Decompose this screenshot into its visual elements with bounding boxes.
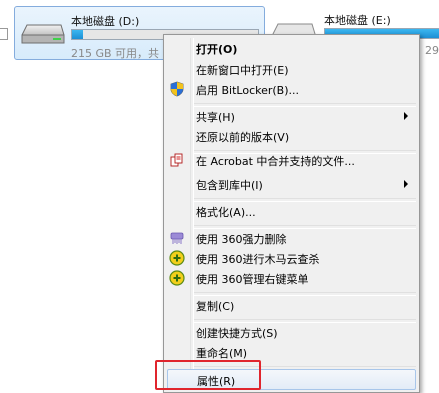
menu-item-label: 打开(O) — [196, 43, 238, 56]
menu-item-label: 在新窗口中打开(E) — [196, 64, 289, 77]
menu-item-label: 使用 360进行木马云查杀 — [196, 253, 320, 266]
menu-item-label: 复制(C) — [196, 300, 235, 313]
menu-item-label: 使用 360管理右键菜单 — [196, 273, 309, 286]
360-icon — [169, 250, 185, 266]
partial-item-edge — [0, 28, 8, 40]
menu-item-label: 使用 360强力删除 — [196, 233, 287, 246]
menu-item-restore-versions[interactable]: 还原以前的版本(V) — [167, 126, 416, 147]
drive-usage-fill — [72, 30, 84, 39]
drive-name: 本地磁盘 (E:) — [324, 14, 391, 27]
menu-item-360-trojan[interactable]: 使用 360进行木马云查杀 — [167, 248, 416, 269]
menu-item-create-shortcut[interactable]: 创建快捷方式(S) — [167, 322, 416, 343]
drive-name: 本地磁盘 (D:) — [71, 15, 140, 28]
menu-item-include-library[interactable]: 包含到库中(I) — [167, 174, 416, 195]
menu-item-share[interactable]: 共享(H) — [167, 106, 416, 127]
acrobat-icon — [170, 153, 183, 167]
menu-item-360-menu[interactable]: 使用 360管理右键菜单 — [167, 268, 416, 289]
menu-item-open-new-window[interactable]: 在新窗口中打开(E) — [167, 59, 416, 80]
shredder-icon — [170, 232, 184, 244]
menu-item-label: 共享(H) — [196, 111, 235, 124]
menu-item-acrobat[interactable]: 在 Acrobat 中合并支持的文件... — [167, 150, 416, 171]
menu-item-label: 还原以前的版本(V) — [196, 131, 290, 144]
menu-item-format[interactable]: 格式化(A)... — [167, 201, 416, 222]
menu-item-label: 创建快捷方式(S) — [196, 327, 278, 340]
drive-free-space: 215 GB 可用，共 — [71, 47, 160, 60]
submenu-arrow-icon — [404, 112, 408, 120]
menu-item-360-shred[interactable]: 使用 360强力删除 — [167, 228, 416, 249]
menu-item-label: 包含到库中(I) — [196, 179, 263, 192]
menu-item-label: 格式化(A)... — [196, 206, 256, 219]
menu-item-label: 启用 BitLocker(B)... — [196, 84, 300, 97]
drive-free-space: 29 — [425, 44, 439, 57]
menu-item-label: 在 Acrobat 中合并支持的文件... — [196, 155, 355, 168]
menu-item-label: 重命名(M) — [196, 347, 248, 360]
shield-icon — [170, 81, 184, 97]
360-icon — [169, 270, 185, 286]
hard-drive-icon — [21, 24, 65, 44]
menu-item-bitlocker[interactable]: 启用 BitLocker(B)... — [167, 79, 416, 100]
menu-item-copy[interactable]: 复制(C) — [167, 295, 416, 316]
context-menu: 打开(O) 在新窗口中打开(E) 启用 BitLocker(B)... 共享(H… — [163, 34, 420, 393]
submenu-arrow-icon — [404, 180, 408, 188]
menu-item-open[interactable]: 打开(O) — [167, 38, 416, 59]
highlight-annotation-box — [155, 360, 261, 390]
